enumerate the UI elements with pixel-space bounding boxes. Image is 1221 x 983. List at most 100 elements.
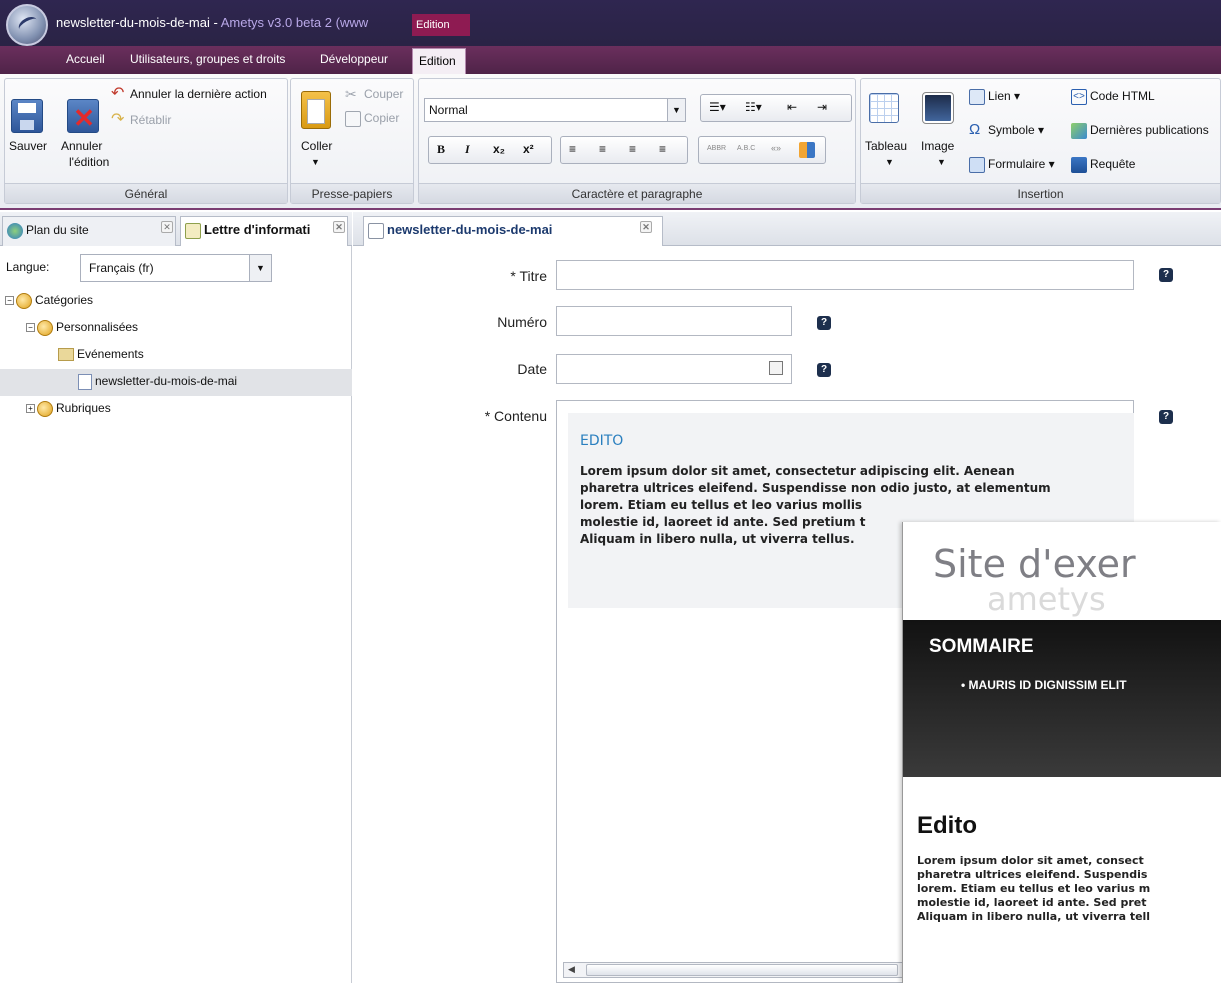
save-button[interactable]: Sauver	[9, 139, 47, 153]
content-line: lorem. Etiam eu tellus et leo varius mol…	[580, 498, 863, 512]
query-label: Requête	[1090, 157, 1136, 172]
align-justify-icon[interactable]: ≡	[659, 142, 666, 156]
tree-node-custom[interactable]: − Personnalisées	[0, 315, 352, 342]
language-value: Français (fr)	[89, 261, 154, 275]
group-insertion: Tableau ▼ Image ▼ Lien ▾ Ω Symbole ▾ Form…	[860, 78, 1221, 204]
preview-line: Lorem ipsum dolor sit amet, consect	[917, 854, 1144, 867]
undo-label: Annuler la dernière action	[130, 87, 267, 102]
align-right-icon[interactable]: ≡	[629, 142, 636, 156]
page-preview: Site d'exer ametys SOMMAIRE • MAURIS ID …	[902, 522, 1221, 983]
tab-edition[interactable]: Edition	[412, 48, 466, 74]
group-clipboard-title: Presse-papiers	[291, 183, 413, 203]
language-label: Langue:	[6, 260, 50, 274]
close-icon[interactable]: ✕	[333, 221, 345, 233]
help-icon[interactable]: ?	[1159, 268, 1173, 282]
paste-dropdown-icon[interactable]: ▼	[311, 157, 320, 167]
redo-button[interactable]: ↷ Rétablir	[111, 111, 171, 129]
image-dropdown-icon[interactable]: ▼	[937, 157, 946, 167]
paragraph-style-select[interactable]: Normal ▼	[424, 98, 686, 122]
indent-icon[interactable]: ⇥	[817, 100, 827, 114]
bullet-list-icon[interactable]: ☰▾	[709, 100, 726, 114]
tab-newsletter[interactable]: Lettre d'informati ✕	[180, 216, 348, 246]
tab-sitemap[interactable]: Plan du site ✕	[2, 216, 176, 246]
help-icon[interactable]: ?	[817, 363, 831, 377]
image-icon[interactable]	[922, 92, 954, 124]
globe-icon	[7, 222, 23, 239]
chevron-down-icon[interactable]: ▼	[667, 99, 685, 121]
copy-button[interactable]: Copier	[345, 111, 399, 127]
preview-summary-item[interactable]: • MAURIS ID DIGNISSIM ELIT	[961, 678, 1127, 692]
tab-users-rights[interactable]: Utilisateurs, groupes et droits	[130, 52, 285, 66]
text-style-toolbar: B I x₂ x²	[428, 136, 552, 164]
close-icon[interactable]: ✕	[161, 221, 173, 233]
subscript-button[interactable]: x₂	[493, 142, 505, 156]
tree-node-sections[interactable]: + Rubriques	[0, 396, 352, 423]
symbol-button[interactable]: Ω Symbole ▾	[969, 121, 1045, 139]
collapse-icon[interactable]: −	[26, 323, 35, 333]
paste-button[interactable]: Coller	[301, 139, 332, 153]
list-toolbar: ☰▾ ☷▾ ⇤ ⇥	[700, 94, 852, 122]
left-panel: Plan du site ✕ Lettre d'informati ✕ Lang…	[0, 212, 352, 983]
paste-icon[interactable]	[301, 91, 331, 129]
align-left-icon[interactable]: ≡	[569, 142, 576, 156]
scrollbar-thumb[interactable]	[586, 964, 898, 976]
acronym-button[interactable]: A.B.C	[737, 145, 755, 152]
omega-icon: Ω	[969, 121, 981, 138]
ametys-logo-icon[interactable]	[6, 4, 48, 46]
latest-publications-button[interactable]: Dernières publications	[1071, 123, 1209, 139]
table-dropdown-icon[interactable]: ▼	[885, 157, 894, 167]
cut-button[interactable]: ✂ Couper	[345, 87, 403, 103]
save-icon[interactable]	[11, 99, 43, 133]
html-code-button[interactable]: <> Code HTML	[1071, 89, 1155, 105]
italic-button[interactable]: I	[465, 142, 470, 157]
language-row: Langue: Français (fr) ▼	[0, 254, 352, 284]
help-icon[interactable]: ?	[1159, 410, 1173, 424]
table-button[interactable]: Tableau	[865, 139, 907, 153]
date-input[interactable]	[556, 354, 792, 384]
help-icon[interactable]: ?	[817, 316, 831, 330]
close-icon[interactable]: ✕	[640, 221, 652, 233]
form-button[interactable]: Formulaire ▾	[969, 157, 1055, 173]
redo-icon: ↷	[111, 111, 125, 128]
number-label: Numéro	[497, 314, 547, 330]
horizontal-scrollbar[interactable]: ◀	[563, 962, 903, 978]
content-line: Lorem ipsum dolor sit amet, consectetur …	[580, 464, 1015, 478]
language-icon[interactable]	[799, 142, 815, 158]
tree-node-newsletter-selected[interactable]: newsletter-du-mois-de-mai	[0, 369, 352, 396]
chevron-down-icon[interactable]: ▼	[249, 255, 271, 281]
table-icon[interactable]	[869, 93, 899, 123]
tree-node-categories[interactable]: − Catégories	[0, 288, 352, 315]
calendar-icon[interactable]	[769, 361, 783, 375]
numbered-list-icon[interactable]: ☷▾	[745, 100, 762, 114]
quote-button[interactable]: «»	[771, 143, 781, 153]
tab-accueil[interactable]: Accueil	[66, 52, 105, 66]
scroll-left-icon[interactable]: ◀	[568, 964, 575, 975]
code-icon: <>	[1071, 89, 1087, 105]
title-input[interactable]	[556, 260, 1134, 290]
tab-newsletter-editor[interactable]: newsletter-du-mois-de-mai ✕	[363, 216, 663, 246]
superscript-button[interactable]: x²	[523, 142, 534, 156]
query-button[interactable]: Requête	[1071, 157, 1135, 173]
ribbon: Sauver ✕ Annuler l'édition ↶ Annuler la d…	[0, 74, 1221, 210]
align-center-icon[interactable]: ≡	[599, 142, 606, 156]
tree-node-events[interactable]: Evénements	[0, 342, 352, 369]
html-code-label: Code HTML	[1090, 89, 1155, 104]
expand-icon[interactable]: +	[26, 404, 35, 414]
symbol-label: Symbole ▾	[988, 123, 1045, 138]
collapse-icon[interactable]: −	[5, 296, 14, 306]
tree-node-label: newsletter-du-mois-de-mai	[95, 374, 238, 388]
language-select[interactable]: Français (fr) ▼	[80, 254, 272, 282]
preview-line: Aliquam in libero nulla, ut viverra tell	[917, 910, 1151, 923]
number-input[interactable]	[556, 306, 792, 336]
tab-developer[interactable]: Développeur	[320, 52, 388, 66]
abbr-button[interactable]: ABBR	[707, 145, 726, 152]
cancel-edit-icon[interactable]: ✕	[67, 99, 99, 133]
group-clipboard: Coller ▼ ✂ Couper Copier Presse-papiers	[290, 78, 414, 204]
undo-button[interactable]: ↶ Annuler la dernière action	[111, 86, 267, 103]
bold-button[interactable]: B	[437, 142, 445, 157]
image-button[interactable]: Image	[921, 139, 954, 153]
outdent-icon[interactable]: ⇤	[787, 100, 797, 114]
link-button[interactable]: Lien ▾	[969, 89, 1020, 105]
cancel-edit-button[interactable]: Annuler	[61, 139, 102, 153]
title-label: * Titre	[510, 268, 547, 284]
